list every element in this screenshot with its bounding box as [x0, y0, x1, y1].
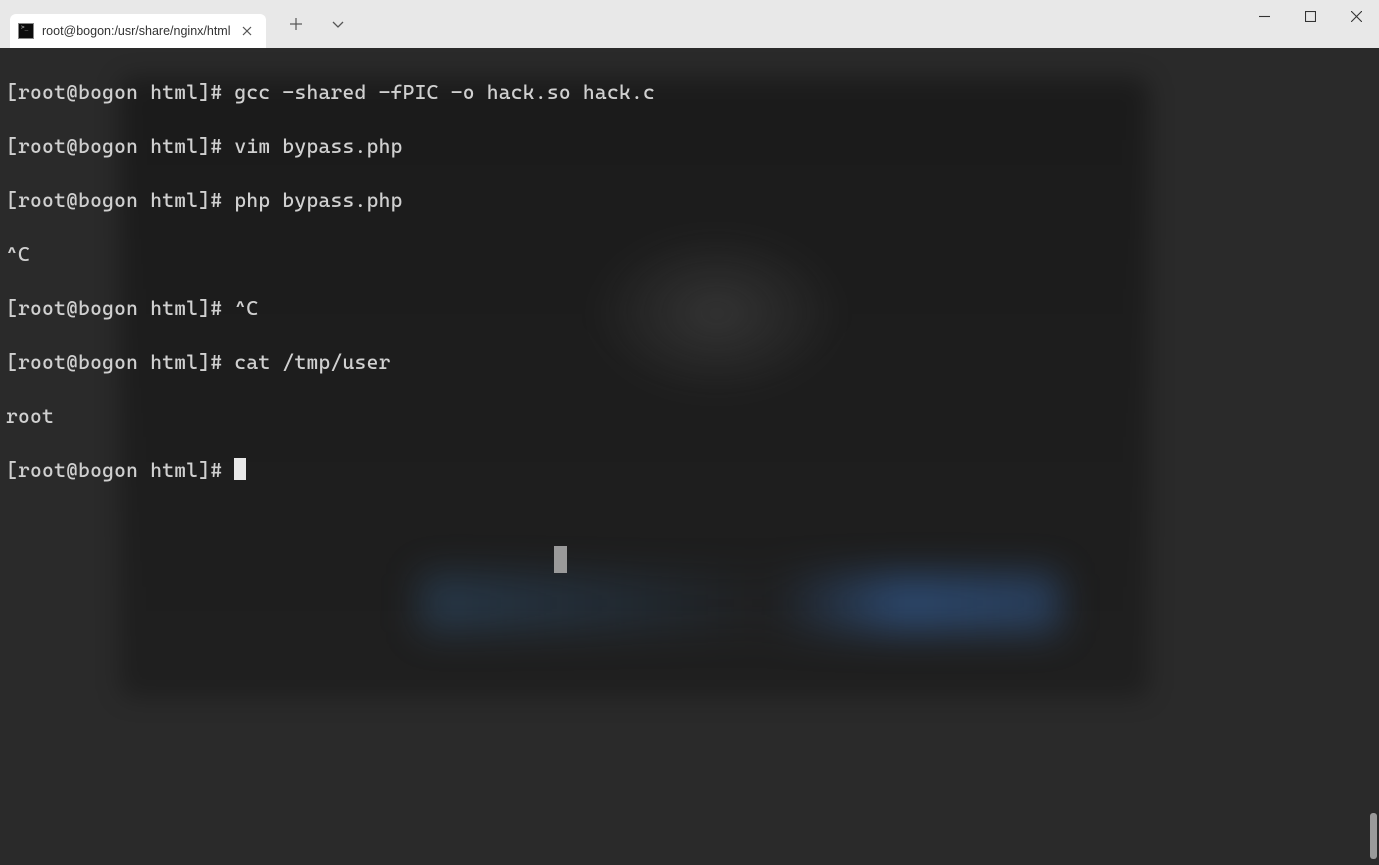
close-tab-button[interactable] — [238, 22, 256, 40]
terminal-line: [root@bogon html]# cat /tmp/user — [6, 349, 1373, 376]
minimize-button[interactable] — [1241, 0, 1287, 32]
background-acrylic-dialog — [420, 573, 1060, 633]
command-text: gcc -shared -fPIC -o hack.so hack.c — [234, 80, 655, 104]
window-controls — [1241, 0, 1379, 40]
command-text: ^C — [234, 296, 258, 320]
terminal-current-line: [root@bogon html]# — [6, 457, 1373, 484]
command-text: php bypass.php — [234, 188, 402, 212]
new-tab-button[interactable] — [284, 12, 308, 36]
command-text: cat /tmp/user — [234, 350, 390, 374]
close-icon — [1351, 11, 1362, 22]
terminal-line: root — [6, 403, 1373, 430]
tab-dropdown-button[interactable] — [326, 12, 350, 36]
terminal-line: ^C — [6, 241, 1373, 268]
terminal-line: [root@bogon html]# vim bypass.php — [6, 133, 1373, 160]
output-text: ^C — [6, 242, 30, 266]
vertical-scrollbar-thumb[interactable] — [1370, 813, 1377, 859]
plus-icon — [289, 17, 303, 31]
chevron-down-icon — [331, 17, 345, 31]
terminal-content[interactable]: [root@bogon html]# gcc -shared -fPIC -o … — [0, 48, 1379, 542]
close-icon — [242, 26, 252, 36]
window-close-button[interactable] — [1333, 0, 1379, 32]
prompt: [root@bogon html]# — [6, 350, 234, 374]
titlebar: >_ root@bogon:/usr/share/nginx/html — [0, 0, 1379, 48]
prompt: [root@bogon html]# — [6, 134, 234, 158]
terminal-viewport[interactable]: [root@bogon html]# gcc -shared -fPIC -o … — [0, 48, 1379, 865]
terminal-icon: >_ — [18, 23, 34, 39]
terminal-line: [root@bogon html]# ^C — [6, 295, 1373, 322]
terminal-line: [root@bogon html]# gcc -shared -fPIC -o … — [6, 79, 1373, 106]
command-text: vim bypass.php — [234, 134, 402, 158]
tab-actions — [266, 0, 350, 48]
prompt: [root@bogon html]# — [6, 296, 234, 320]
prompt: [root@bogon html]# — [6, 188, 234, 212]
terminal-line: [root@bogon html]# php bypass.php — [6, 187, 1373, 214]
output-text: root — [6, 404, 54, 428]
tab-strip: >_ root@bogon:/usr/share/nginx/html — [0, 0, 266, 48]
prompt: [root@bogon html]# — [6, 458, 234, 482]
background-ghost-cursor — [554, 546, 567, 573]
terminal-tab[interactable]: >_ root@bogon:/usr/share/nginx/html — [10, 14, 266, 48]
tab-title: root@bogon:/usr/share/nginx/html — [42, 24, 230, 38]
maximize-button[interactable] — [1287, 0, 1333, 32]
terminal-cursor — [234, 458, 246, 480]
maximize-icon — [1305, 11, 1316, 22]
prompt: [root@bogon html]# — [6, 80, 234, 104]
minimize-icon — [1259, 11, 1270, 22]
